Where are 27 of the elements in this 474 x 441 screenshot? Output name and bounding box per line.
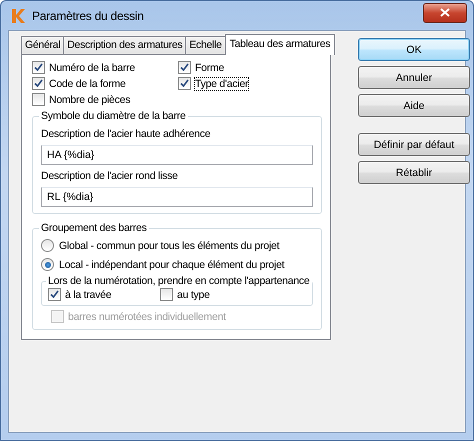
checkbox-label: Code de la forme — [49, 78, 126, 90]
dialog-button[interactable]: Rétablir — [358, 161, 470, 184]
dialog-button[interactable]: Annuler — [358, 66, 470, 89]
checkbox-label: au type — [177, 288, 210, 300]
checkbox-label: Nombre de pièces — [49, 94, 130, 106]
checkbox-label: Type d'acier — [195, 78, 248, 90]
tab[interactable]: Tableau des armatures — [224, 34, 336, 55]
checkbox-label: barres numérotées individuellement — [68, 310, 226, 322]
tab[interactable]: Echelle — [185, 36, 226, 54]
group-title: Lors de la numérotation, prendre en compte l'appartenance — [47, 275, 311, 287]
radio-label: Global - commun pour tous les éléments du projet — [59, 240, 280, 252]
checkbox-label: à la travée — [65, 288, 112, 300]
group-title: Groupement des barres — [40, 222, 148, 234]
radio-label: Local - indépendant pour chaque élément du projet — [59, 258, 284, 270]
tab[interactable]: Description des armatures — [63, 36, 186, 54]
input-field[interactable]: HA {%dia} — [41, 145, 313, 165]
dialog-button[interactable]: OK — [358, 38, 470, 61]
tab[interactable]: Général — [21, 36, 64, 54]
checkbox-label: Numéro de la barre — [49, 62, 135, 74]
group-title: Symbole du diamètre de la barre — [40, 110, 187, 122]
window-title: Paramètres du dessin — [32, 8, 145, 22]
checkbox-label: Forme — [195, 62, 224, 74]
field-label: Description de l'acier haute adhérence — [41, 128, 212, 140]
dialog-button[interactable]: Définir par défaut — [358, 133, 470, 156]
field-label: Description de l'acier rond lisse — [41, 170, 179, 182]
input-field[interactable]: RL {%dia} — [41, 187, 313, 207]
dialog-button[interactable]: Aide — [358, 94, 470, 117]
